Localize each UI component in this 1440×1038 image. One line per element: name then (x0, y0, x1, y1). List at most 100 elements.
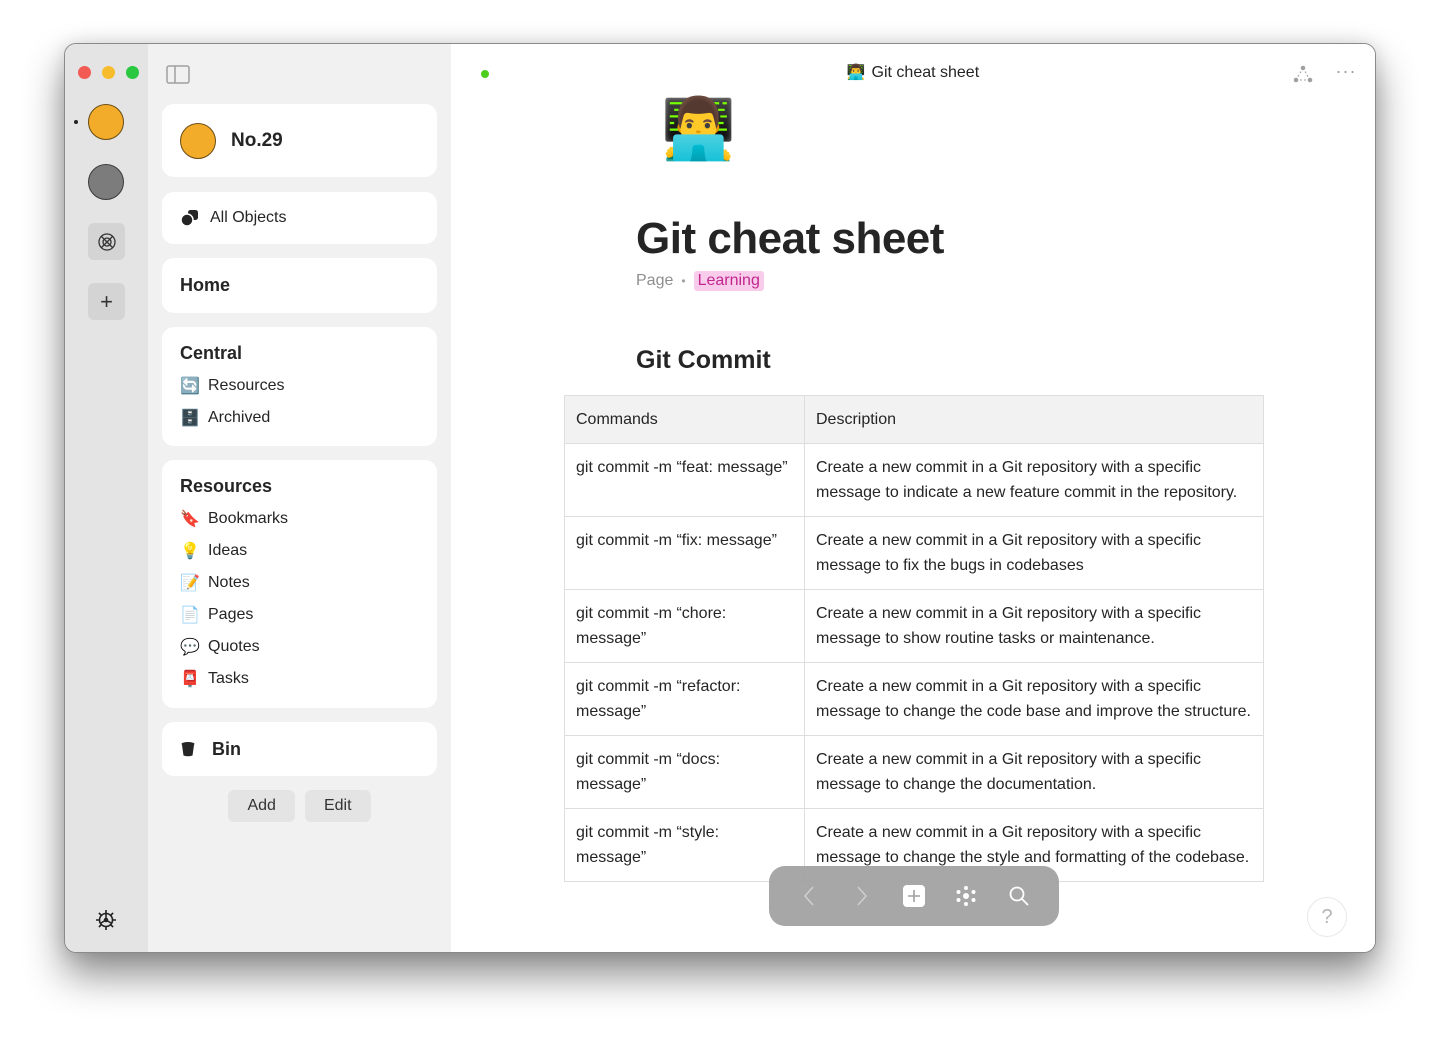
space-yellow[interactable] (88, 104, 124, 140)
object-type-label[interactable]: Page (636, 272, 673, 290)
description-cell[interactable]: Create a new commit in a Git repository … (804, 662, 1264, 736)
bin-icon (181, 742, 195, 757)
table-row: git commit -m “feat: message” Create a n… (564, 443, 1264, 517)
close-window-button[interactable] (78, 66, 91, 79)
graph-button[interactable] (951, 881, 981, 911)
sidebar-item-tasks[interactable]: 📮 Tasks (180, 663, 419, 695)
add-space-button[interactable]: + (88, 283, 125, 320)
home-widget[interactable]: Home (162, 258, 437, 313)
forward-icon (857, 886, 867, 906)
space-name: No.29 (231, 129, 283, 151)
central-widget: Central 🔄 Resources 🗄️ Archived (162, 327, 437, 446)
graph-view-icon[interactable] (1292, 64, 1314, 84)
memo-icon: 📝 (180, 575, 200, 592)
floating-navigation-bar (769, 866, 1059, 926)
meta-separator: • (681, 274, 686, 288)
header-title-text: Git cheat sheet (871, 64, 980, 81)
column-header-commands[interactable]: Commands (564, 395, 805, 444)
gallery-icon (97, 232, 116, 251)
graph-icon (956, 886, 976, 906)
speech-bubble-icon: 💬 (180, 639, 200, 656)
central-title[interactable]: Central (180, 343, 419, 364)
page-meta: Page • Learning (636, 271, 764, 291)
active-space-indicator (74, 120, 78, 124)
bookmark-icon: 🔖 (180, 511, 200, 528)
table-row: git commit -m “docs: message” Create a n… (564, 735, 1264, 809)
page-icon: 📄 (180, 607, 200, 624)
sidebar-item-label: Notes (208, 574, 250, 591)
space-gray[interactable] (88, 164, 124, 200)
table-row: git commit -m “chore: message” Create a … (564, 589, 1264, 663)
more-options-icon[interactable]: ··· (1335, 62, 1357, 84)
gallery-button[interactable] (88, 223, 125, 260)
sidebar-item-resources[interactable]: 🔄 Resources (180, 370, 419, 402)
sidebar-item-label: Quotes (208, 638, 260, 655)
description-cell[interactable]: Create a new commit in a Git repository … (804, 735, 1264, 809)
create-object-button[interactable] (899, 881, 929, 911)
command-cell[interactable]: git commit -m “feat: message” (564, 443, 805, 517)
sidebar-item-quotes[interactable]: 💬 Quotes (180, 631, 419, 663)
bin-label: Bin (212, 738, 241, 759)
page-emoji-icon[interactable]: 👨‍💻 (661, 99, 736, 159)
sidebar-item-archived[interactable]: 🗄️ Archived (180, 402, 419, 434)
bin-widget[interactable]: Bin (162, 722, 437, 776)
search-icon (1009, 886, 1029, 906)
zoom-window-button[interactable] (126, 66, 139, 79)
sidebar: No.29 All Objects Home Central 🔄 Resourc… (148, 44, 451, 952)
description-cell[interactable]: Create a new commit in a Git repository … (804, 516, 1264, 590)
command-cell[interactable]: git commit -m “chore: message” (564, 589, 805, 663)
table-row: git commit -m “fix: message” Create a ne… (564, 516, 1264, 590)
editor-main: 👨‍💻 Git cheat sheet ··· 👨‍💻 Git cheat she… (451, 44, 1375, 952)
command-cell[interactable]: git commit -m “docs: message” (564, 735, 805, 809)
resources-widget: Resources 🔖 Bookmarks 💡 Ideas 📝 Notes 📄 … (162, 460, 437, 708)
sidebar-actions: Add Edit (148, 790, 451, 822)
all-objects-label: All Objects (210, 209, 287, 226)
description-cell[interactable]: Create a new commit in a Git repository … (804, 589, 1264, 663)
technologist-icon: 👨‍💻 (846, 64, 866, 81)
command-cell[interactable]: git commit -m “refactor: message” (564, 662, 805, 736)
forward-button[interactable] (847, 881, 877, 911)
space-card[interactable]: No.29 (162, 104, 437, 177)
description-cell[interactable]: Create a new commit in a Git repository … (804, 443, 1264, 517)
sidebar-item-label: Archived (208, 409, 271, 426)
sidebar-item-label: Pages (208, 606, 254, 623)
header-title[interactable]: 👨‍💻 Git cheat sheet (451, 63, 1375, 82)
home-label: Home (180, 275, 231, 295)
tag-learning[interactable]: Learning (693, 271, 764, 291)
plus-icon (902, 885, 925, 907)
gear-icon[interactable] (94, 908, 118, 932)
edit-widgets-button[interactable]: Edit (304, 790, 371, 822)
back-button[interactable] (794, 881, 824, 911)
postbox-icon: 📮 (180, 671, 200, 688)
column-header-description[interactable]: Description (804, 395, 1264, 444)
section-heading[interactable]: Git Commit (636, 346, 771, 375)
spaces-rail: + (65, 44, 148, 952)
sidebar-item-bookmarks[interactable]: 🔖 Bookmarks (180, 503, 419, 535)
table-row: git commit -m “refactor: message” Create… (564, 662, 1264, 736)
back-icon (804, 886, 814, 906)
sidebar-toggle-icon[interactable] (166, 65, 190, 84)
all-objects-widget[interactable]: All Objects (162, 192, 437, 244)
sidebar-item-label: Tasks (208, 670, 249, 687)
sidebar-item-pages[interactable]: 📄 Pages (180, 599, 419, 631)
objects-icon (180, 210, 198, 227)
sidebar-item-ideas[interactable]: 💡 Ideas (180, 535, 419, 567)
add-widget-button[interactable]: Add (228, 790, 295, 822)
plus-icon: + (100, 288, 113, 314)
search-button[interactable] (1004, 881, 1034, 911)
refresh-icon: 🔄 (180, 378, 200, 395)
minimize-window-button[interactable] (102, 66, 115, 79)
sidebar-item-notes[interactable]: 📝 Notes (180, 567, 419, 599)
lightbulb-icon: 💡 (180, 543, 200, 560)
space-avatar (180, 122, 216, 159)
commands-table-wrapper: Commands Description git commit -m “feat… (564, 395, 1264, 882)
commands-table: Commands Description git commit -m “feat… (564, 395, 1264, 882)
sidebar-item-label: Bookmarks (208, 510, 289, 527)
sidebar-item-label: Ideas (208, 542, 248, 559)
command-cell[interactable]: git commit -m “fix: message” (564, 516, 805, 590)
app-window: + No.29 All Objects Home Central 🔄 Resou… (64, 43, 1376, 953)
page-title[interactable]: Git cheat sheet (636, 214, 944, 264)
help-button[interactable]: ? (1307, 897, 1347, 937)
resources-title[interactable]: Resources (180, 476, 419, 497)
command-cell[interactable]: git commit -m “style: message” (564, 808, 805, 882)
